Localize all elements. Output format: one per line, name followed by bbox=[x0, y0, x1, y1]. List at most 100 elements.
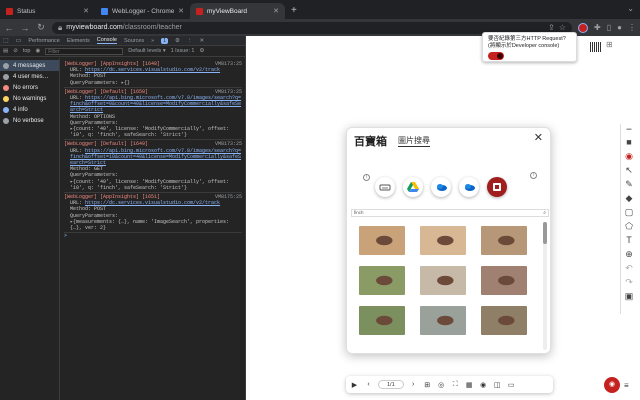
grid-menu-icon[interactable]: ⊞ bbox=[606, 40, 613, 49]
weblogger-extension-icon[interactable] bbox=[578, 22, 589, 33]
log-url-link[interactable]: https://api.bing.microsoft.com/v7.0/imag… bbox=[70, 95, 241, 113]
onedrive-icon[interactable] bbox=[431, 177, 451, 197]
more-tabs-icon[interactable]: » bbox=[151, 38, 154, 44]
log-third-party-toggle[interactable] bbox=[488, 52, 504, 60]
clear-console-icon[interactable]: ⊘ bbox=[13, 48, 18, 54]
zoom-icon[interactable]: ⊕ bbox=[624, 249, 634, 259]
extensions-puzzle-icon[interactable]: ✚ bbox=[594, 23, 601, 32]
toolbox-icon[interactable]: ◉ bbox=[624, 151, 634, 161]
image-result-thumbnail[interactable] bbox=[481, 306, 527, 335]
undo-icon[interactable]: ↶ bbox=[624, 263, 634, 273]
back-icon[interactable]: ← bbox=[4, 23, 14, 33]
new-tab-button[interactable]: + bbox=[291, 3, 297, 19]
devtools-tab-performance[interactable]: Performance bbox=[28, 38, 60, 44]
close-modal-button[interactable]: ✕ bbox=[534, 131, 543, 144]
menu-kebab-icon[interactable]: ⋮ bbox=[628, 23, 636, 32]
devtools-tab-elements[interactable]: Elements bbox=[67, 38, 90, 44]
pages-overview-icon[interactable]: ▦ bbox=[465, 381, 474, 389]
log-url-link[interactable]: https://api.bing.microsoft.com/v7.0/imag… bbox=[70, 148, 241, 166]
image-result-thumbnail[interactable] bbox=[481, 266, 527, 295]
profile-avatar-icon[interactable]: ● bbox=[617, 23, 622, 32]
device-toggle-icon[interactable]: ▭ bbox=[16, 37, 22, 44]
console-sidebar-item[interactable]: No verbose bbox=[0, 115, 59, 126]
image-result-thumbnail[interactable] bbox=[481, 226, 527, 255]
console-sidebar-item[interactable]: 4 messages bbox=[0, 60, 59, 71]
log-source-link[interactable]: VM8175:25 bbox=[215, 194, 242, 200]
close-tab-icon[interactable]: ✕ bbox=[178, 7, 184, 15]
image-result-thumbnail[interactable] bbox=[420, 266, 466, 295]
console-log-entry[interactable]: VM8173:25 [WebLogger] [AppInsights] [1648… bbox=[64, 60, 242, 88]
eye-icon[interactable]: ◉ bbox=[35, 48, 40, 54]
console-sidebar-item[interactable]: No warnings bbox=[0, 93, 59, 104]
pen-icon[interactable]: ✎ bbox=[624, 179, 634, 189]
console-sidebar-item[interactable]: 4 info bbox=[0, 104, 59, 115]
results-scrollbar[interactable] bbox=[543, 222, 547, 350]
view-eye-icon[interactable]: ◉ bbox=[479, 381, 488, 389]
close-tab-icon[interactable]: ✕ bbox=[83, 7, 89, 15]
tab-myviewboard[interactable]: myViewBoard ✕ bbox=[190, 3, 285, 19]
tab-status[interactable]: Status ✕ bbox=[0, 3, 95, 19]
side-panel-icon[interactable]: ▯ bbox=[607, 23, 611, 32]
onedrive-business-icon[interactable] bbox=[459, 177, 479, 197]
devtools-tab-console[interactable]: Console bbox=[96, 37, 117, 44]
console-filter-input[interactable]: Filter bbox=[45, 47, 124, 55]
main-menu-icon[interactable]: ≡ bbox=[624, 381, 629, 390]
sticky-note-icon[interactable]: ▢ bbox=[624, 207, 634, 217]
info-icon[interactable]: i bbox=[530, 172, 537, 179]
split-view-icon[interactable]: ◫ bbox=[493, 381, 502, 389]
context-select[interactable]: top bbox=[23, 48, 31, 54]
album-icon[interactable] bbox=[487, 177, 507, 197]
eraser-icon[interactable]: ◆ bbox=[624, 193, 634, 203]
scrollbar-thumb[interactable] bbox=[543, 222, 547, 244]
image-result-thumbnail[interactable] bbox=[420, 306, 466, 335]
log-source-link[interactable]: VM8173:25 bbox=[215, 61, 242, 67]
log-url-link[interactable]: https://dc.services.visualstudio.com/v2/… bbox=[85, 67, 220, 73]
add-page-icon[interactable]: ⊞ bbox=[423, 381, 432, 389]
sidebar-toggle-icon[interactable]: ▤ bbox=[3, 48, 8, 54]
tab-weblogger[interactable]: WebLogger - Chrome Web St… ✕ bbox=[95, 3, 190, 19]
viewboard-logo-button[interactable]: ◉ bbox=[604, 377, 620, 393]
page-indicator[interactable]: 1/1 bbox=[378, 380, 404, 389]
redo-icon[interactable]: ↷ bbox=[624, 277, 634, 287]
image-result-thumbnail[interactable] bbox=[359, 306, 405, 335]
gallery-icon[interactable]: ▣ bbox=[624, 291, 634, 301]
folder-icon[interactable]: ■ bbox=[624, 137, 634, 147]
next-page-icon[interactable]: › bbox=[409, 381, 418, 388]
devtools-tab-sources[interactable]: Sources bbox=[124, 38, 144, 44]
info-icon[interactable]: i bbox=[363, 174, 370, 181]
google-drive-icon[interactable] bbox=[403, 177, 423, 197]
forward-icon[interactable]: → bbox=[20, 23, 30, 33]
close-devtools-icon[interactable]: ✕ bbox=[199, 38, 204, 44]
shapes-icon[interactable]: ⬠ bbox=[624, 221, 634, 231]
image-search-input[interactable]: finch ⌕ bbox=[351, 209, 549, 217]
console-log-entry[interactable]: VM8173:25 [WebLogger] [Default] [1650] URL… bbox=[64, 88, 242, 141]
close-tab-icon[interactable]: ✕ bbox=[273, 7, 279, 15]
devtools-menu-icon[interactable]: ⋮ bbox=[187, 38, 193, 44]
issues-badge[interactable]: 1 bbox=[161, 37, 168, 44]
share-icon[interactable]: ⇪ bbox=[548, 23, 555, 32]
settings-gear-icon[interactable]: ⚙ bbox=[175, 38, 180, 44]
drive-icon[interactable] bbox=[375, 177, 395, 197]
play-icon[interactable]: ▶ bbox=[350, 381, 359, 389]
console-log-entry[interactable]: VM8175:25 [WebLogger] [AppInsights] [1651… bbox=[64, 193, 242, 234]
toolbar-handle-icon[interactable]: ▬ bbox=[624, 124, 634, 134]
lock-icon[interactable]: 🔒︎ bbox=[58, 23, 62, 33]
log-source-link[interactable]: VM8173:25 bbox=[215, 141, 242, 147]
console-prompt[interactable]: > bbox=[64, 233, 242, 239]
text-icon[interactable]: T bbox=[624, 235, 634, 245]
issues-counter[interactable]: 1 Issue: 1 bbox=[171, 48, 195, 54]
image-result-thumbnail[interactable] bbox=[420, 226, 466, 255]
image-result-thumbnail[interactable] bbox=[359, 266, 405, 295]
bookmark-star-icon[interactable]: ☆ bbox=[559, 23, 566, 32]
reload-icon[interactable]: ↻ bbox=[36, 22, 46, 33]
search-icon[interactable]: ⌕ bbox=[543, 210, 546, 216]
log-source-link[interactable]: VM8173:25 bbox=[215, 89, 242, 95]
qr-code-icon[interactable] bbox=[590, 42, 601, 52]
tab-image-search[interactable]: 圖片搜尋 bbox=[398, 135, 430, 147]
console-settings-icon[interactable]: ⚙ bbox=[199, 48, 204, 54]
image-result-thumbnail[interactable] bbox=[359, 226, 405, 255]
console-sidebar-item[interactable]: No errors bbox=[0, 82, 59, 93]
cast-icon[interactable]: ▭ bbox=[507, 381, 516, 389]
log-levels-select[interactable]: Default levels ▾ bbox=[128, 48, 165, 54]
select-cursor-icon[interactable]: ↖ bbox=[624, 165, 634, 175]
